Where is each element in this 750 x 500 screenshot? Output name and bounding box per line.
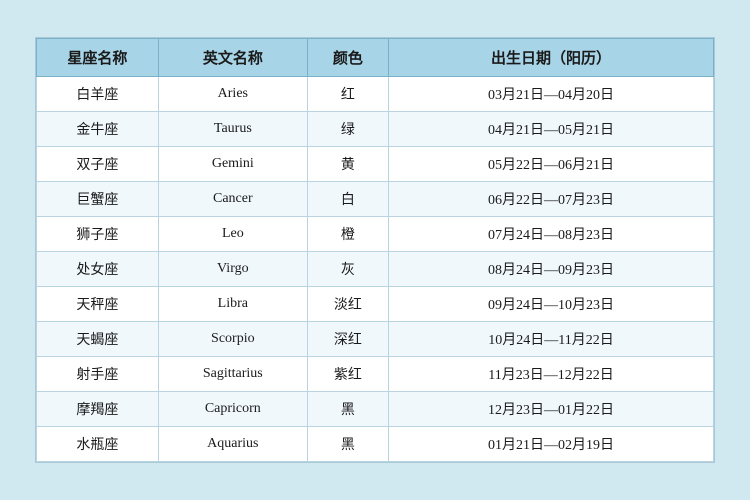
header-color: 颜色: [307, 39, 388, 77]
cell-color: 黄: [307, 147, 388, 182]
zodiac-table-container: 星座名称 英文名称 颜色 出生日期（阳历） 白羊座Aries红03月21日—04…: [35, 37, 715, 463]
table-row: 巨蟹座Cancer白06月22日—07月23日: [37, 182, 714, 217]
cell-chinese-name: 狮子座: [37, 217, 159, 252]
cell-chinese-name: 射手座: [37, 357, 159, 392]
table-row: 射手座Sagittarius紫红11月23日—12月22日: [37, 357, 714, 392]
cell-english-name: Taurus: [158, 112, 307, 147]
header-chinese-name: 星座名称: [37, 39, 159, 77]
table-row: 狮子座Leo橙07月24日—08月23日: [37, 217, 714, 252]
cell-date: 03月21日—04月20日: [389, 77, 714, 112]
cell-date: 04月21日—05月21日: [389, 112, 714, 147]
cell-english-name: Libra: [158, 287, 307, 322]
cell-date: 12月23日—01月22日: [389, 392, 714, 427]
cell-date: 08月24日—09月23日: [389, 252, 714, 287]
table-row: 处女座Virgo灰08月24日—09月23日: [37, 252, 714, 287]
cell-date: 01月21日—02月19日: [389, 427, 714, 462]
table-header-row: 星座名称 英文名称 颜色 出生日期（阳历）: [37, 39, 714, 77]
cell-english-name: Virgo: [158, 252, 307, 287]
cell-english-name: Scorpio: [158, 322, 307, 357]
cell-english-name: Capricorn: [158, 392, 307, 427]
cell-english-name: Sagittarius: [158, 357, 307, 392]
cell-color: 灰: [307, 252, 388, 287]
cell-english-name: Aries: [158, 77, 307, 112]
table-row: 天蝎座Scorpio深红10月24日—11月22日: [37, 322, 714, 357]
cell-date: 09月24日—10月23日: [389, 287, 714, 322]
table-row: 双子座Gemini黄05月22日—06月21日: [37, 147, 714, 182]
cell-english-name: Gemini: [158, 147, 307, 182]
cell-english-name: Aquarius: [158, 427, 307, 462]
cell-color: 白: [307, 182, 388, 217]
table-row: 白羊座Aries红03月21日—04月20日: [37, 77, 714, 112]
cell-color: 红: [307, 77, 388, 112]
table-row: 金牛座Taurus绿04月21日—05月21日: [37, 112, 714, 147]
table-row: 水瓶座Aquarius黑01月21日—02月19日: [37, 427, 714, 462]
cell-chinese-name: 处女座: [37, 252, 159, 287]
cell-chinese-name: 天秤座: [37, 287, 159, 322]
zodiac-table: 星座名称 英文名称 颜色 出生日期（阳历） 白羊座Aries红03月21日—04…: [36, 38, 714, 462]
cell-color: 橙: [307, 217, 388, 252]
cell-date: 07月24日—08月23日: [389, 217, 714, 252]
cell-chinese-name: 摩羯座: [37, 392, 159, 427]
cell-english-name: Cancer: [158, 182, 307, 217]
table-row: 摩羯座Capricorn黑12月23日—01月22日: [37, 392, 714, 427]
cell-color: 深红: [307, 322, 388, 357]
table-row: 天秤座Libra淡红09月24日—10月23日: [37, 287, 714, 322]
cell-chinese-name: 水瓶座: [37, 427, 159, 462]
cell-chinese-name: 金牛座: [37, 112, 159, 147]
cell-chinese-name: 天蝎座: [37, 322, 159, 357]
cell-color: 黑: [307, 427, 388, 462]
cell-chinese-name: 双子座: [37, 147, 159, 182]
cell-color: 绿: [307, 112, 388, 147]
cell-date: 05月22日—06月21日: [389, 147, 714, 182]
cell-english-name: Leo: [158, 217, 307, 252]
cell-color: 紫红: [307, 357, 388, 392]
cell-date: 11月23日—12月22日: [389, 357, 714, 392]
header-english-name: 英文名称: [158, 39, 307, 77]
cell-chinese-name: 巨蟹座: [37, 182, 159, 217]
cell-color: 黑: [307, 392, 388, 427]
cell-date: 06月22日—07月23日: [389, 182, 714, 217]
cell-date: 10月24日—11月22日: [389, 322, 714, 357]
cell-chinese-name: 白羊座: [37, 77, 159, 112]
cell-color: 淡红: [307, 287, 388, 322]
header-date: 出生日期（阳历）: [389, 39, 714, 77]
